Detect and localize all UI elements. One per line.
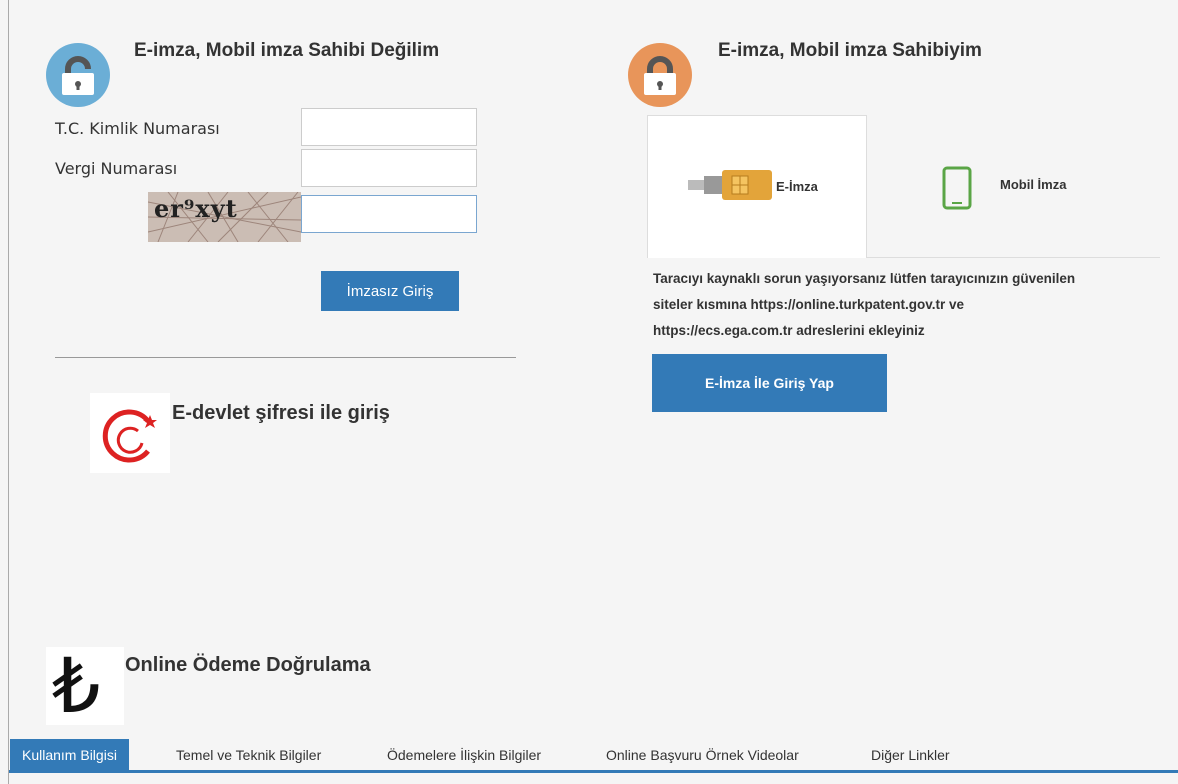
tab-e-imza-label: E-İmza — [776, 179, 818, 194]
e-imza-login-button[interactable]: E-İmza İle Giriş Yap — [652, 354, 887, 412]
edevlet-logo-icon[interactable] — [90, 393, 170, 473]
tab-ornek-videolar[interactable]: Online Başvuru Örnek Videolar — [606, 739, 799, 770]
lira-symbol: ₺ — [52, 641, 101, 730]
tab-odemeler[interactable]: Ödemelere İlişkin Bilgiler — [387, 739, 541, 770]
mobile-phone-icon — [942, 166, 972, 210]
tabbar-underline — [9, 770, 1178, 773]
online-payment-link[interactable]: Online Ödeme Doğrulama — [125, 654, 371, 677]
info-line: Taracıyı kaynaklı sorun yaşıyorsanız lüt… — [653, 271, 1076, 286]
info-line: siteler kısmına https://online.turkpaten… — [653, 297, 965, 312]
tab-e-imza[interactable]: E-İmza — [647, 115, 867, 258]
tc-label: T.C. Kimlik Numarası — [55, 119, 220, 138]
turkish-lira-icon: ₺ — [46, 641, 124, 730]
divider — [55, 357, 516, 358]
captcha-text: er⁹xyt — [154, 194, 238, 223]
smart-card-icon — [688, 170, 772, 200]
vergi-label: Vergi Numarası — [55, 159, 178, 178]
imzasiz-giris-button[interactable]: İmzasız Giriş — [321, 271, 459, 311]
tab-diger-linkler[interactable]: Diğer Linkler — [871, 739, 950, 770]
edevlet-login-link[interactable]: E-devlet şifresi ile giriş — [172, 402, 390, 425]
captcha-input[interactable] — [301, 195, 477, 233]
frame-border — [8, 0, 9, 784]
non-signature-title: E-imza, Mobil imza Sahibi Değilim — [134, 40, 440, 61]
signature-owner-title: E-imza, Mobil imza Sahibiyim — [718, 40, 982, 61]
lock-icon — [628, 43, 692, 107]
tc-kimlik-input[interactable] — [301, 108, 477, 146]
vergi-input[interactable] — [301, 149, 477, 187]
info-line: https://ecs.ega.com.tr adreslerini ekley… — [653, 323, 925, 338]
tab-border — [866, 257, 1160, 258]
tab-temel-teknik[interactable]: Temel ve Teknik Bilgiler — [176, 739, 321, 770]
unlock-icon — [46, 43, 110, 107]
tab-mobil-imza[interactable]: Mobil İmza — [940, 165, 1100, 215]
browser-info-text: Taracıyı kaynaklı sorun yaşıyorsanız lüt… — [653, 266, 1153, 344]
tab-mobil-imza-label: Mobil İmza — [1000, 177, 1067, 192]
captcha-image: er⁹xyt — [148, 192, 301, 242]
tab-kullanim-bilgisi[interactable]: Kullanım Bilgisi — [10, 739, 129, 770]
